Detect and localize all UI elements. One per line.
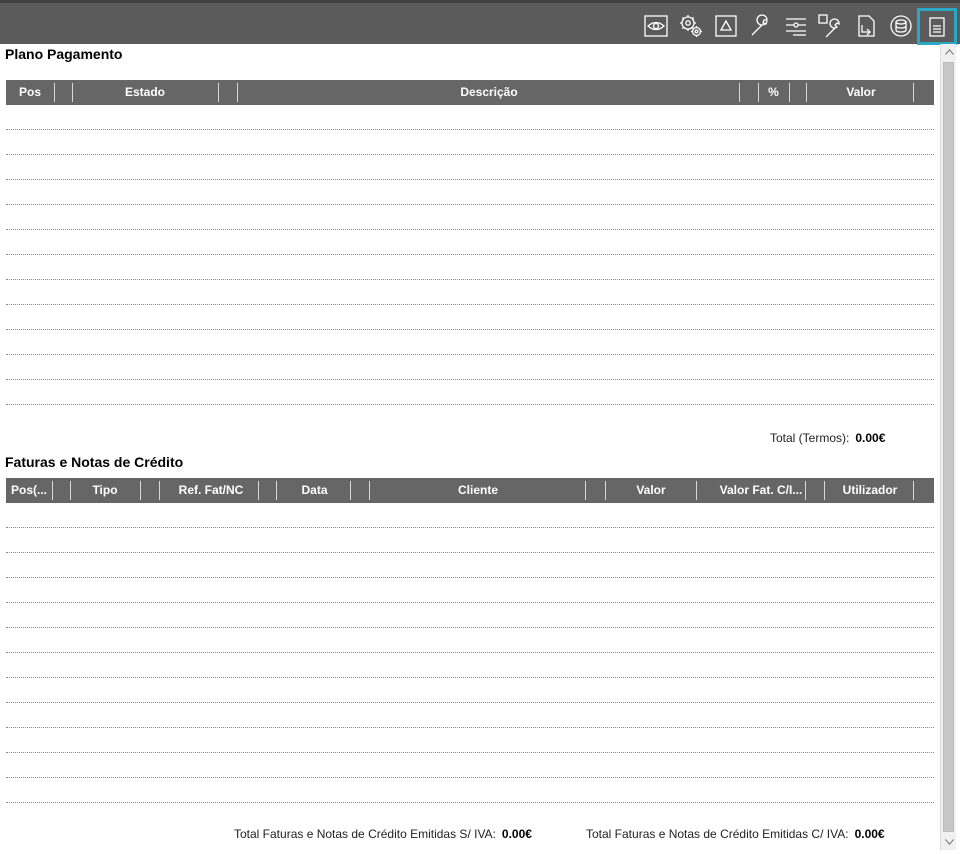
total-termos-label: Total (Termos): (770, 431, 850, 445)
col-valor[interactable]: Valor (605, 478, 697, 503)
col-divider[interactable] (805, 481, 806, 500)
top-toolbar (0, 0, 960, 45)
total-termos-value: 0.00€ (855, 431, 886, 445)
table-row[interactable] (6, 703, 934, 728)
col-ref-fat-nc[interactable]: Ref. Fat/NC (159, 478, 263, 503)
col-cliente[interactable]: Cliente (369, 478, 587, 503)
eye-icon[interactable] (641, 11, 671, 41)
total-sem-iva: Total Faturas e Notas de Crédito Emitida… (234, 827, 532, 841)
plano-table-header: Pos Estado Descrição % Valor (6, 80, 934, 105)
col-valor[interactable]: Valor (806, 80, 916, 105)
col-estado[interactable]: Estado (72, 80, 218, 105)
total-com-iva-label: Total Faturas e Notas de Crédito Emitida… (586, 827, 849, 841)
table-row[interactable] (6, 230, 934, 255)
document-arrow-icon[interactable] (851, 11, 881, 41)
table-row[interactable] (6, 205, 934, 230)
col-divider[interactable] (585, 481, 586, 500)
total-com-iva-value: 0.00€ (854, 827, 885, 841)
col-divider[interactable] (913, 83, 914, 102)
col-descricao[interactable]: Descrição (237, 80, 741, 105)
table-row[interactable] (6, 778, 934, 803)
table-row[interactable] (6, 503, 934, 528)
document-lines-icon[interactable] (917, 8, 957, 45)
table-row[interactable] (6, 628, 934, 653)
wrench-icon[interactable] (746, 11, 776, 41)
shape-wrench-icon[interactable] (816, 11, 846, 41)
table-row[interactable] (6, 330, 934, 355)
table-row[interactable] (6, 155, 934, 180)
col-divider[interactable] (913, 481, 914, 500)
col-valor-fat[interactable]: Valor Fat. C/I... (715, 478, 807, 503)
table-row[interactable] (6, 355, 934, 380)
col-divider[interactable] (739, 83, 740, 102)
table-row[interactable] (6, 753, 934, 778)
col-divider[interactable] (140, 481, 141, 500)
total-sem-iva-label: Total Faturas e Notas de Crédito Emitida… (234, 827, 496, 841)
total-sem-iva-value: 0.00€ (501, 827, 532, 841)
col-tipo[interactable]: Tipo (70, 478, 140, 503)
table-row[interactable] (6, 180, 934, 205)
col-utilizador[interactable]: Utilizador (824, 478, 916, 503)
table-row[interactable] (6, 678, 934, 703)
list-settings-icon[interactable] (781, 11, 811, 41)
table-row[interactable] (6, 305, 934, 330)
col-percent[interactable]: % (758, 80, 789, 105)
col-pos[interactable]: Pos (6, 80, 54, 105)
col-divider[interactable] (54, 83, 55, 102)
faturas-table-header: Pos(... Tipo Ref. Fat/NC Data Cliente Va… (6, 478, 934, 503)
total-termos: Total (Termos): 0.00€ (770, 431, 885, 445)
scroll-up-icon[interactable] (941, 44, 957, 60)
col-divider[interactable] (696, 481, 697, 500)
table-row[interactable] (6, 603, 934, 628)
table-row[interactable] (6, 105, 934, 130)
table-row[interactable] (6, 130, 934, 155)
table-row[interactable] (6, 380, 934, 405)
plano-table-body (6, 105, 934, 405)
triangle-icon[interactable] (711, 11, 741, 41)
scroll-thumb[interactable] (943, 62, 954, 832)
table-row[interactable] (6, 578, 934, 603)
col-pos[interactable]: Pos(... (6, 478, 52, 503)
col-divider[interactable] (350, 481, 351, 500)
table-row[interactable] (6, 553, 934, 578)
col-divider[interactable] (258, 481, 259, 500)
col-divider[interactable] (52, 481, 53, 500)
table-row[interactable] (6, 528, 934, 553)
col-data[interactable]: Data (276, 478, 353, 503)
table-row[interactable] (6, 255, 934, 280)
gears-icon[interactable] (676, 11, 706, 41)
scroll-down-icon[interactable] (941, 834, 957, 850)
table-row[interactable] (6, 728, 934, 753)
vertical-scrollbar[interactable] (940, 44, 956, 850)
table-row[interactable] (6, 280, 934, 305)
total-com-iva: Total Faturas e Notas de Crédito Emitida… (586, 827, 885, 841)
faturas-title: Faturas e Notas de Crédito (5, 454, 184, 470)
table-row[interactable] (6, 653, 934, 678)
col-divider[interactable] (789, 83, 790, 102)
database-icon[interactable] (886, 11, 916, 41)
faturas-table-body (6, 503, 934, 803)
plano-pagamento-title: Plano Pagamento (5, 46, 123, 62)
col-divider[interactable] (218, 83, 219, 102)
